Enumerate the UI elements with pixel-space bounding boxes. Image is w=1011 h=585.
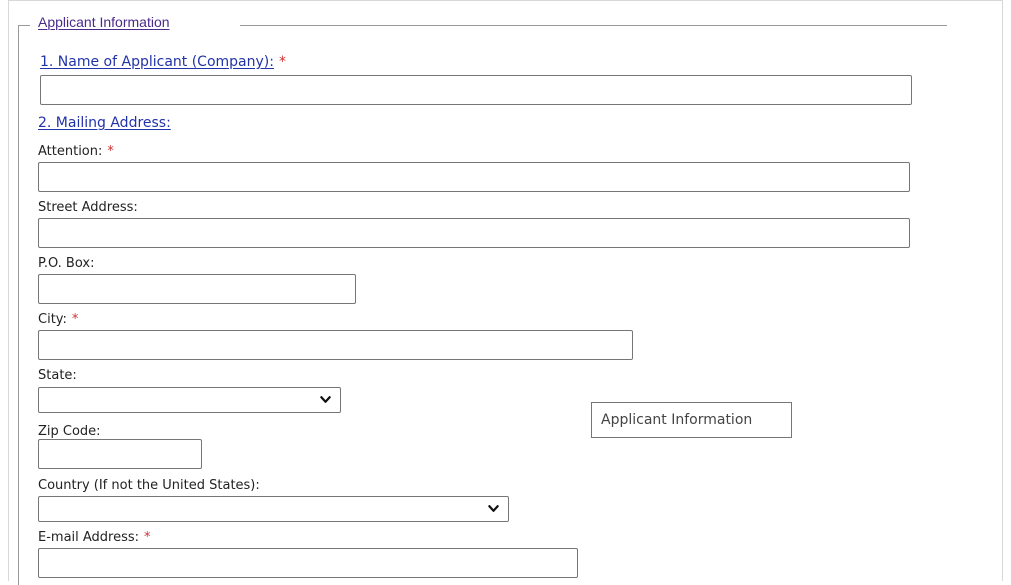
zip-code-label: Zip Code: (38, 424, 101, 439)
company-name-label[interactable]: 1. Name of Applicant (Company): * (40, 54, 286, 70)
fieldset-border-top-right (240, 25, 947, 26)
email-label-text: E-mail Address: (38, 530, 140, 545)
email-input[interactable] (38, 548, 578, 578)
attention-label-text: Attention: (38, 144, 103, 159)
company-name-input[interactable] (40, 75, 912, 105)
po-box-input[interactable] (38, 274, 356, 304)
fieldset-border-top-left (18, 25, 30, 26)
state-label: State: (38, 368, 77, 383)
mailing-address-label[interactable]: 2. Mailing Address: (38, 115, 171, 131)
company-name-label-text: 1. Name of Applicant (Company): (40, 54, 274, 70)
required-marker: * (107, 144, 114, 159)
tooltip: Applicant Information (591, 402, 792, 438)
city-label: City: * (38, 312, 78, 327)
chevron-down-icon (488, 505, 499, 512)
chevron-down-icon (320, 396, 331, 403)
zip-code-input[interactable] (38, 439, 202, 469)
required-marker: * (278, 54, 286, 70)
city-input[interactable] (38, 330, 633, 360)
city-label-text: City: (38, 312, 67, 327)
po-box-label: P.O. Box: (38, 256, 95, 271)
email-label: E-mail Address: * (38, 530, 151, 545)
required-marker: * (71, 312, 79, 327)
state-select[interactable] (38, 387, 341, 413)
country-select[interactable] (38, 496, 509, 522)
street-address-label: Street Address: (38, 200, 138, 215)
country-label: Country (If not the United States): (38, 478, 260, 493)
attention-input[interactable] (38, 162, 910, 192)
fieldset-border-left (18, 25, 19, 585)
attention-label: Attention: * (38, 144, 114, 159)
fieldset-legend: Applicant Information (38, 14, 170, 30)
required-marker: * (144, 530, 151, 545)
street-address-input[interactable] (38, 218, 910, 248)
